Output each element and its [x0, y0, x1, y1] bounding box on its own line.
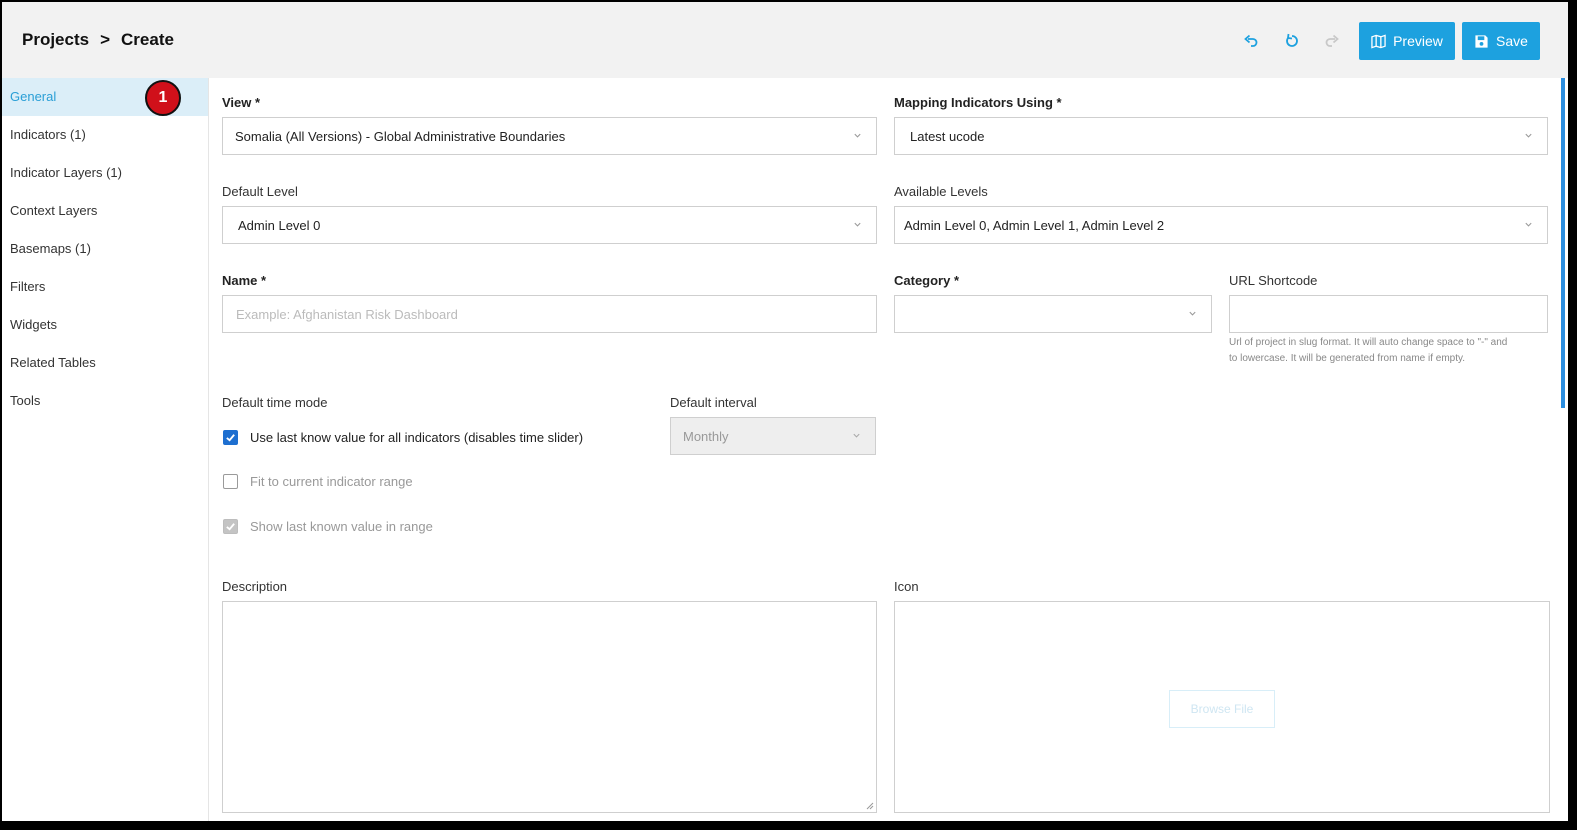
name-input[interactable]: Example: Afghanistan Risk Dashboard — [222, 295, 877, 333]
sidebar-item-indicator-layers[interactable]: Indicator Layers (1) — [2, 154, 208, 192]
sidebar: General 1 Indicators (1) Indicator Layer… — [2, 78, 209, 821]
sidebar-item-related-tables[interactable]: Related Tables — [2, 344, 208, 382]
view-select[interactable]: Somalia (All Versions) - Global Administ… — [222, 117, 877, 155]
default-level-value: Admin Level 0 — [238, 217, 321, 233]
chevron-down-icon — [854, 222, 861, 227]
scrollbar-thumb[interactable] — [1561, 78, 1565, 408]
chevron-down-icon — [1525, 133, 1532, 138]
default-level-select[interactable]: Admin Level 0 — [222, 206, 877, 244]
preview-button[interactable]: Preview — [1359, 22, 1455, 60]
browse-file-button[interactable]: Browse File — [1169, 690, 1275, 728]
show-last-known-option: Show last known value in range — [223, 519, 433, 534]
breadcrumb-current: Create — [121, 30, 174, 49]
description-label: Description — [222, 579, 288, 594]
map-icon — [1371, 33, 1386, 49]
top-bar: Projects > Create Preview Save — [2, 2, 1568, 78]
checkmark-icon — [226, 434, 235, 442]
fit-range-checkbox[interactable] — [223, 474, 238, 489]
app-window: Projects > Create Preview Save General 1… — [2, 2, 1568, 821]
resize-handle-icon[interactable] — [866, 802, 874, 810]
category-select[interactable] — [894, 295, 1212, 333]
sidebar-item-label: General — [10, 89, 57, 104]
url-shortcode-hint-line: Url of project in slug format. It will a… — [1229, 337, 1508, 348]
url-shortcode-input[interactable] — [1229, 295, 1548, 333]
chevron-down-icon — [1525, 222, 1532, 227]
sidebar-item-tools[interactable]: Tools — [2, 382, 208, 420]
show-last-known-label: Show last known value in range — [250, 519, 433, 534]
category-label: Category * — [894, 273, 960, 288]
fit-range-label: Fit to current indicator range — [250, 474, 413, 489]
reset-icon[interactable] — [1281, 30, 1303, 52]
description-textarea[interactable] — [222, 601, 877, 813]
url-shortcode-hint-line: to lowercase. It will be generated from … — [1229, 353, 1466, 364]
url-shortcode-label: URL Shortcode — [1229, 273, 1318, 288]
available-levels-value: Admin Level 0, Admin Level 1, Admin Leve… — [904, 217, 1165, 233]
name-label: Name * — [222, 273, 267, 288]
general-form: View * Somalia (All Versions) - Global A… — [209, 78, 1568, 821]
available-levels-select[interactable]: Admin Level 0, Admin Level 1, Admin Leve… — [894, 206, 1548, 244]
breadcrumb: Projects > Create — [22, 30, 174, 50]
mapping-label: Mapping Indicators Using * — [894, 95, 1062, 110]
floppy-disk-icon — [1475, 34, 1488, 48]
sidebar-item-widgets[interactable]: Widgets — [2, 306, 208, 344]
sidebar-item-context-layers[interactable]: Context Layers — [2, 192, 208, 230]
chevron-down-icon — [854, 133, 861, 138]
redo-icon[interactable] — [1321, 30, 1343, 52]
breadcrumb-projects[interactable]: Projects — [22, 30, 89, 50]
use-last-value-checkbox[interactable] — [223, 430, 238, 445]
interval-label: Default interval — [670, 395, 757, 410]
view-label: View * — [222, 95, 261, 110]
step-marker: 1 — [145, 80, 181, 116]
preview-label: Preview — [1393, 33, 1443, 49]
chevron-down-icon — [1189, 311, 1196, 316]
sidebar-item-indicators[interactable]: Indicators (1) — [2, 116, 208, 154]
view-value: Somalia (All Versions) - Global Administ… — [235, 128, 566, 144]
sidebar-item-general[interactable]: General 1 — [2, 78, 208, 116]
url-shortcode-hint: Url of project in slug format. It will a… — [1229, 335, 1559, 367]
use-last-value-option[interactable]: Use last know value for all indicators (… — [223, 430, 583, 445]
time-mode-label: Default time mode — [222, 395, 328, 410]
icon-label: Icon — [894, 579, 919, 594]
mapping-select[interactable]: Latest ucode — [894, 117, 1548, 155]
sidebar-item-filters[interactable]: Filters — [2, 268, 208, 306]
show-last-known-checkbox — [223, 519, 238, 534]
sidebar-item-basemaps[interactable]: Basemaps (1) — [2, 230, 208, 268]
fit-range-option[interactable]: Fit to current indicator range — [223, 474, 413, 489]
chevron-down-icon — [853, 433, 860, 438]
breadcrumb-separator: > — [100, 30, 111, 49]
undo-icon[interactable] — [1240, 30, 1262, 52]
checkmark-icon — [226, 523, 235, 531]
interval-select: Monthly — [670, 417, 876, 455]
interval-value: Monthly — [683, 428, 729, 444]
name-placeholder: Example: Afghanistan Risk Dashboard — [236, 306, 458, 322]
mapping-value: Latest ucode — [910, 128, 985, 144]
use-last-value-label: Use last know value for all indicators (… — [250, 430, 584, 445]
save-label: Save — [1496, 33, 1528, 49]
save-button[interactable]: Save — [1462, 22, 1540, 60]
available-levels-label: Available Levels — [894, 184, 988, 199]
default-level-label: Default Level — [222, 184, 298, 199]
